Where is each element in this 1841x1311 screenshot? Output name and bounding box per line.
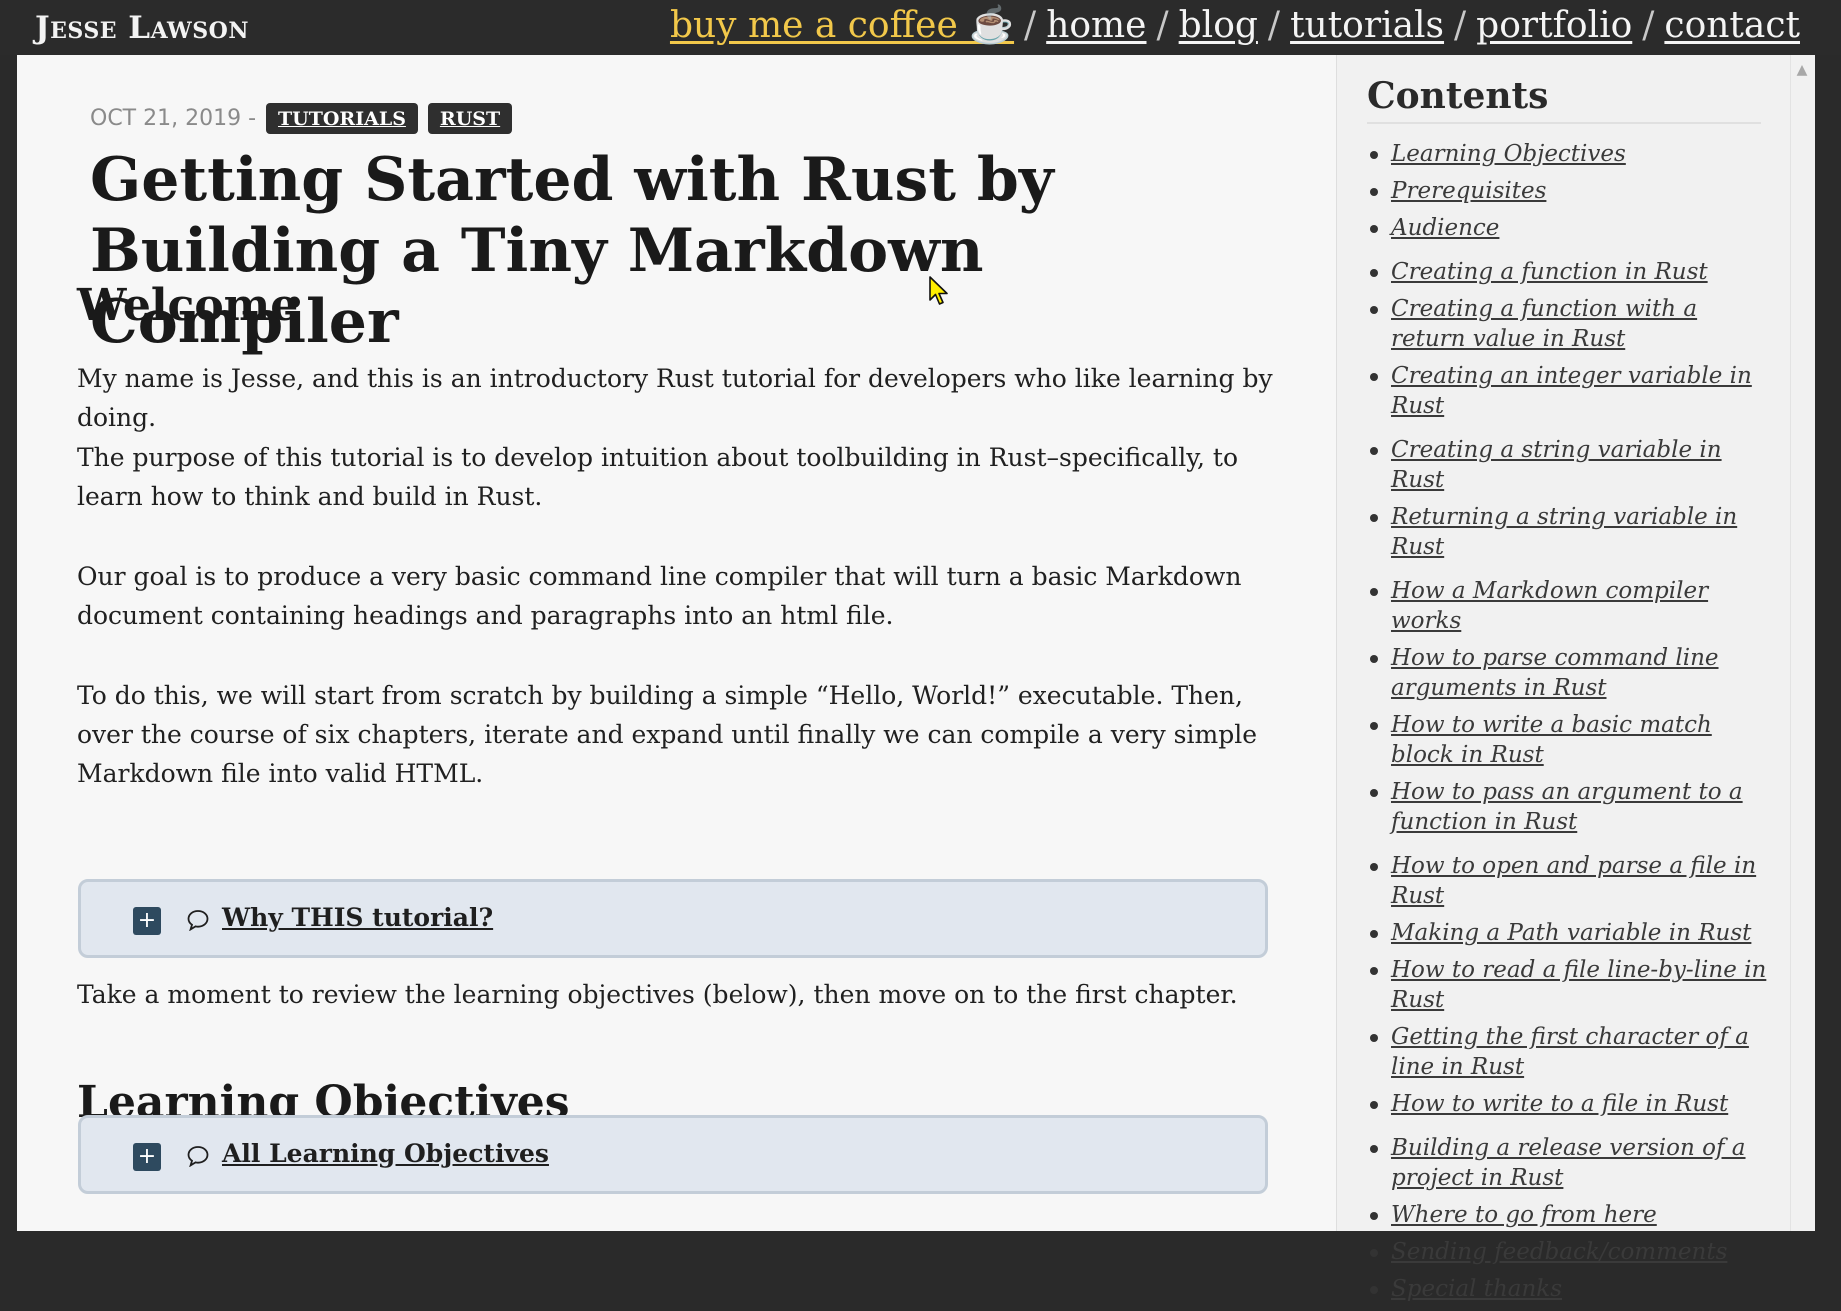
mouse-pointer-icon	[929, 276, 948, 305]
tag-rust[interactable]: RUST	[427, 102, 513, 134]
toc-item[interactable]: How to pass an argument to a function in…	[1367, 777, 1777, 837]
article-content: OCT 21, 2019 - TUTORIALS RUST Getting St…	[17, 55, 1336, 1231]
why-tutorial-summary[interactable]: Why THIS tutorial?	[222, 903, 493, 932]
tag-tutorials[interactable]: TUTORIALS	[266, 102, 418, 134]
toc-item[interactable]: How to write a basic match block in Rust	[1367, 710, 1777, 770]
plus-icon[interactable]: +	[133, 1143, 161, 1171]
toc-list: Learning Objectives Prerequisites Audien…	[1367, 139, 1777, 1311]
nav-separator: /	[1024, 5, 1037, 46]
toc-item[interactable]: How to open and parse a file in Rust	[1367, 851, 1777, 911]
plus-icon[interactable]: +	[133, 907, 161, 935]
toc-item[interactable]: Making a Path variable in Rust	[1367, 918, 1777, 948]
nav-tutorials-link[interactable]: tutorials	[1290, 5, 1444, 46]
all-objectives-summary[interactable]: All Learning Objectives	[222, 1139, 549, 1168]
toc-item[interactable]: How to write to a file in Rust	[1367, 1089, 1777, 1119]
toc-item[interactable]: Creating a string variable in Rust	[1367, 435, 1777, 495]
toc-item[interactable]: How to parse command line arguments in R…	[1367, 643, 1777, 703]
nav-home-link[interactable]: home	[1046, 5, 1146, 46]
table-of-contents: Contents Learning Objectives Prerequisit…	[1336, 55, 1790, 1302]
toc-item[interactable]: How a Markdown compiler works	[1367, 576, 1777, 636]
toc-item[interactable]: Creating a function with a return value …	[1367, 294, 1777, 354]
main-nav: buy me a coffee ☕ / home / blog / tutorials / po…	[670, 4, 1800, 46]
nav-portfolio-link[interactable]: portfolio	[1476, 5, 1632, 46]
intro-paragraph-1: My name is Jesse, and this is an introdu…	[77, 364, 1273, 432]
speech-bubble-icon	[187, 1146, 209, 1167]
nav-separator: /	[1156, 5, 1169, 46]
toc-item[interactable]: Building a release version of a project …	[1367, 1133, 1777, 1193]
toc-item[interactable]: Creating an integer variable in Rust	[1367, 361, 1777, 421]
toc-item[interactable]: Prerequisites	[1367, 176, 1777, 206]
toc-item[interactable]: Getting the first character of a line in…	[1367, 1022, 1777, 1082]
nav-blog-link[interactable]: blog	[1179, 5, 1258, 46]
toc-item[interactable]: Creating a function in Rust	[1367, 257, 1777, 287]
nav-separator: /	[1454, 5, 1467, 46]
toc-item[interactable]: Sending feedback/comments	[1367, 1237, 1777, 1267]
site-brand[interactable]: Jesse Lawson	[35, 10, 249, 46]
toc-item[interactable]: Special thanks	[1367, 1274, 1777, 1304]
nav-separator: /	[1642, 5, 1655, 46]
toc-item[interactable]: Returning a string variable in Rust	[1367, 502, 1777, 562]
page-edge	[1815, 55, 1841, 1231]
toc-divider	[1367, 122, 1761, 124]
toc-item[interactable]: How to read a file line-by-line in Rust	[1367, 955, 1777, 1015]
welcome-heading: Welcome	[77, 280, 299, 331]
nav-contact-link[interactable]: contact	[1664, 5, 1800, 46]
nav-separator: /	[1267, 5, 1281, 46]
review-objectives-text: Take a moment to review the learning obj…	[77, 980, 1238, 1009]
toc-item[interactable]: Audience	[1367, 213, 1777, 243]
all-objectives-details[interactable]: + All Learning Objectives	[78, 1115, 1268, 1194]
intro-paragraph-3: Our goal is to produce a very basic comm…	[77, 562, 1242, 630]
chevron-up-icon[interactable]: ▲	[1792, 62, 1812, 78]
toc-item[interactable]: Learning Objectives	[1367, 139, 1777, 169]
top-navigation-bar: Jesse Lawson buy me a coffee ☕ / home / blog…	[0, 0, 1841, 55]
toc-item[interactable]: Where to go from here	[1367, 1200, 1777, 1230]
buy-me-a-coffee-link[interactable]: buy me a coffee ☕	[670, 5, 1014, 46]
post-meta: OCT 21, 2019 - TUTORIALS RUST	[90, 102, 513, 134]
toc-title: Contents	[1367, 75, 1549, 117]
speech-bubble-icon	[187, 910, 209, 931]
intro-paragraph-4: To do this, we will start from scratch b…	[77, 681, 1258, 788]
why-tutorial-details[interactable]: + Why THIS tutorial?	[78, 879, 1268, 958]
post-date: OCT 21, 2019 -	[90, 105, 257, 131]
sidebar-scrollbar[interactable]	[1790, 55, 1816, 1231]
intro-paragraph-2: The purpose of this tutorial is to devel…	[77, 443, 1238, 511]
